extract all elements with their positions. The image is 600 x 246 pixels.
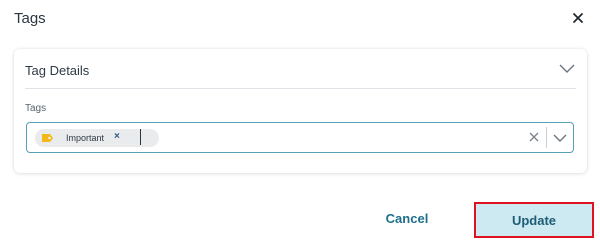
dialog-title: Tags [14,10,46,27]
update-button[interactable]: Update [474,202,594,238]
tag-icon [42,134,53,142]
chevron-up-icon [559,64,575,73]
text-caret [140,129,141,145]
tags-input[interactable]: Important × [26,122,574,153]
tag-details-card: Tag Details Tags Important × [14,49,587,173]
tag-details-header[interactable]: Tag Details [14,49,587,89]
close-button[interactable] [568,8,588,28]
divider [25,88,576,89]
input-separator [546,127,547,148]
tags-field-label: Tags [25,103,47,114]
tag-chip-label: Important [66,133,105,143]
cancel-button[interactable]: Cancel [372,204,442,232]
close-icon [573,13,583,23]
clear-icon[interactable] [528,131,540,143]
chevron-down-icon[interactable] [553,133,567,143]
card-title: Tag Details [25,63,90,78]
tag-remove-button[interactable]: × [114,131,120,142]
